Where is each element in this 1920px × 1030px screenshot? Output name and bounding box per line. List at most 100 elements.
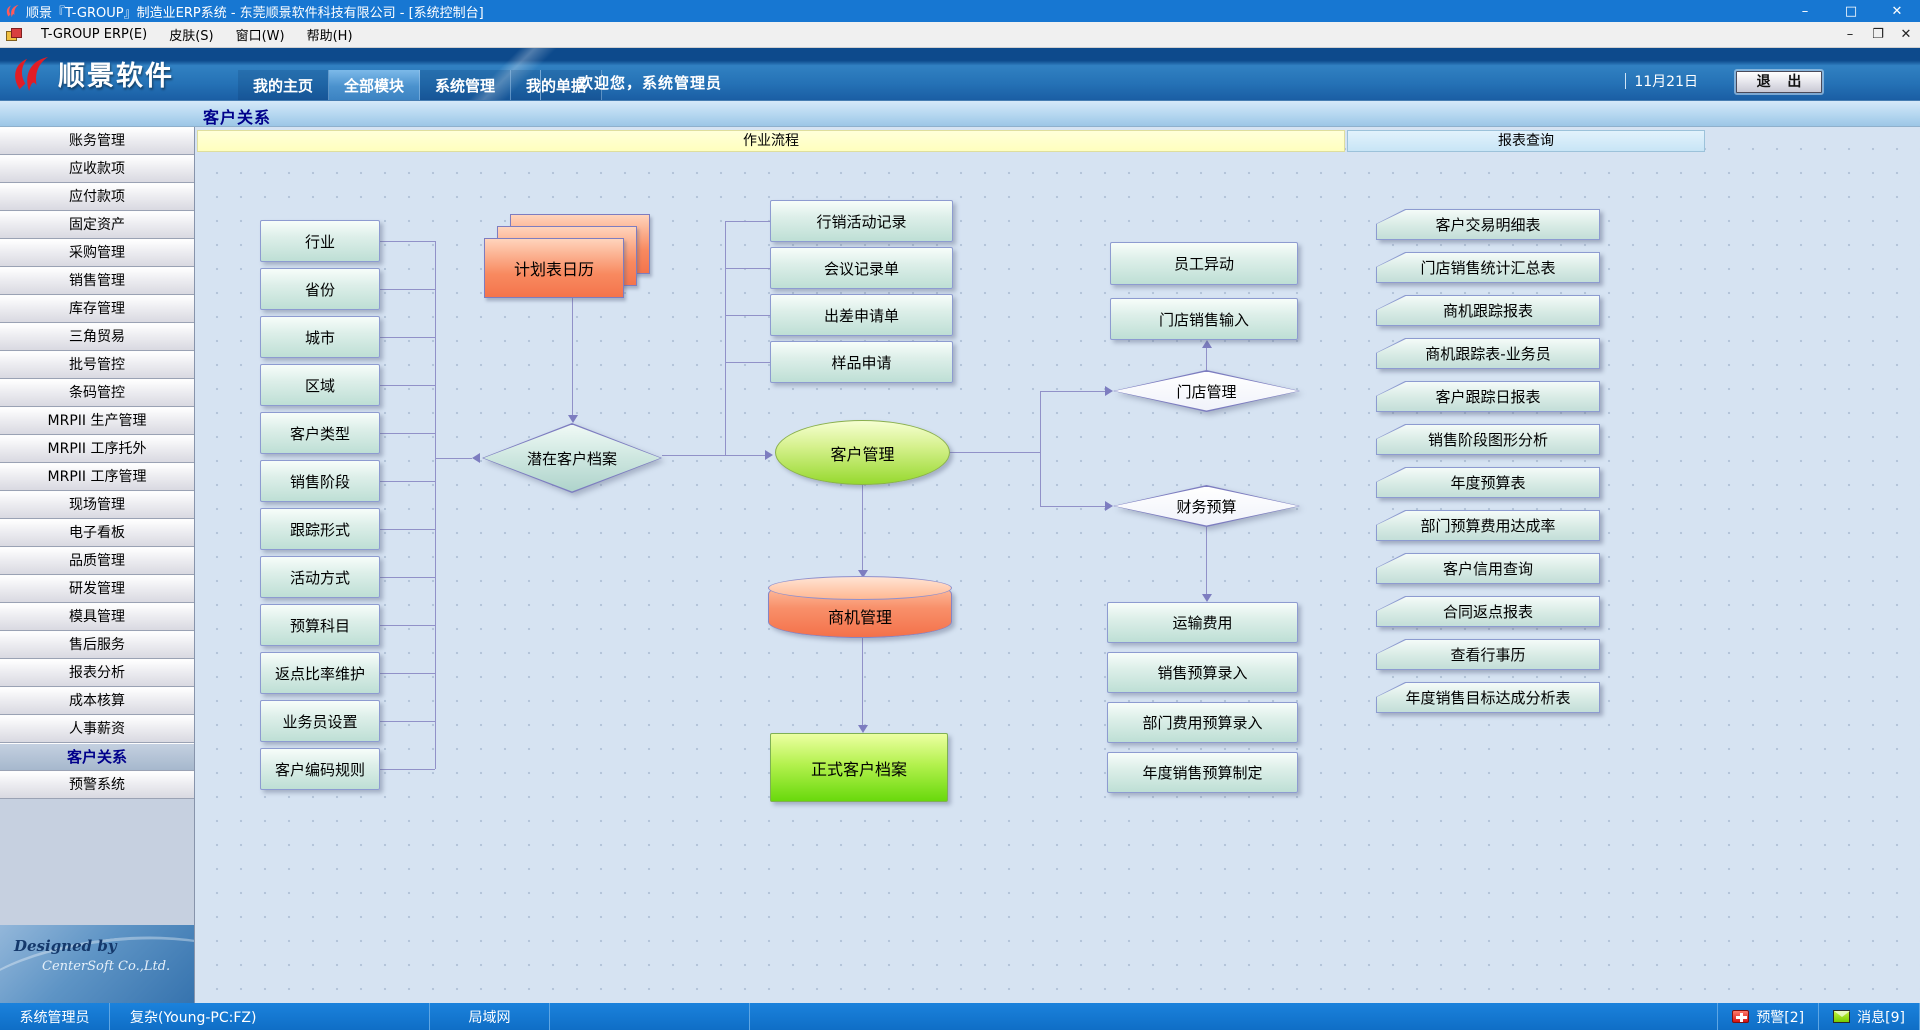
sidebar-item[interactable]: 采购管理 [0,239,194,267]
flow-button[interactable]: 活动方式 [260,556,380,598]
minimize-icon[interactable]: – [1782,0,1828,22]
sidebar-item[interactable]: 电子看板 [0,519,194,547]
formal-customer-rect[interactable]: 正式客户档案 [770,733,948,802]
customer-management-ellipse[interactable]: 客户管理 [775,420,950,485]
mdi-window-controls: – ❐ ✕ [1836,27,1920,42]
status-alert[interactable]: 预警[2] [1718,1003,1819,1030]
sidebar-item[interactable]: 客户关系 [0,743,194,771]
sidebar-item[interactable]: 库存管理 [0,295,194,323]
flow-button[interactable]: 年度销售预算制定 [1107,752,1298,793]
flow-button[interactable]: 返点比率维护 [260,652,380,694]
flow-button[interactable]: 出差申请单 [770,294,953,336]
report-button[interactable]: 商机跟踪报表 [1376,295,1600,326]
sidebar-item[interactable]: 固定资产 [0,211,194,239]
tab-system-admin[interactable]: 系统管理 [420,70,511,100]
flow-button[interactable]: 城市 [260,316,380,358]
connector [725,221,770,222]
arrowhead-down [1202,594,1212,602]
mdi-minimize-icon[interactable]: – [1836,27,1864,42]
sidebar-item[interactable]: 账务管理 [0,127,194,155]
alert-icon [1732,1010,1749,1023]
report-button[interactable]: 合同返点报表 [1376,596,1600,627]
report-button[interactable]: 商机跟踪表-业务员 [1376,338,1600,369]
flow-button[interactable]: 行销活动记录 [770,200,953,242]
report-button[interactable]: 部门预算费用达成率 [1376,510,1600,541]
flow-button[interactable]: 样品申请 [770,341,953,383]
report-button[interactable]: 客户交易明细表 [1376,209,1600,240]
report-button[interactable]: 年度预算表 [1376,467,1600,498]
sidebar-item[interactable]: 预警系统 [0,771,194,799]
menu-skin[interactable]: 皮肤(S) [158,22,224,47]
arrowhead-down [858,725,868,733]
sidebar-item[interactable]: 成本核算 [0,687,194,715]
sidebar-item[interactable]: 模具管理 [0,603,194,631]
report-button[interactable]: 年度销售目标达成分析表 [1376,682,1600,713]
mdi-child-icon [6,28,22,41]
report-label: 商机跟踪表-业务员 [1377,339,1599,368]
flow-button[interactable]: 销售预算录入 [1107,652,1298,693]
staff-change-button[interactable]: 员工异动 [1110,242,1298,285]
sidebar-item[interactable]: 销售管理 [0,267,194,295]
connector [862,485,863,570]
opportunity-cylinder[interactable]: 商机管理 [768,578,952,638]
flow-button[interactable]: 区域 [260,364,380,406]
sidebar-item[interactable]: 应付款项 [0,183,194,211]
report-label: 年度销售目标达成分析表 [1377,683,1599,712]
arrowhead-up [1202,340,1212,348]
sidebar-item[interactable]: 研发管理 [0,575,194,603]
sidebar-item[interactable]: MRPII 工序托外 [0,435,194,463]
cylinder-label: 商机管理 [768,604,952,628]
sidebar-item[interactable]: 品质管理 [0,547,194,575]
sidebar-item[interactable]: 应收款项 [0,155,194,183]
designed-by-panel: Designed by CenterSoft Co.,Ltd. [0,925,194,1003]
sidebar-item[interactable]: MRPII 工序管理 [0,463,194,491]
flow-button[interactable]: 运输费用 [1107,602,1298,643]
report-button[interactable]: 销售阶段图形分析 [1376,424,1600,455]
report-button[interactable]: 客户跟踪日报表 [1376,381,1600,412]
mdi-restore-icon[interactable]: ❐ [1864,27,1892,42]
sidebar-item[interactable]: 报表分析 [0,659,194,687]
mdi-close-icon[interactable]: ✕ [1892,27,1920,42]
sidebar-item[interactable]: MRPII 生产管理 [0,407,194,435]
menu-window[interactable]: 窗口(W) [225,22,296,47]
report-label: 客户跟踪日报表 [1377,382,1599,411]
menu-help[interactable]: 帮助(H) [296,22,364,47]
flow-button[interactable]: 客户编码规则 [260,748,380,790]
store-management-diamond[interactable]: 门店管理 [1113,370,1300,412]
status-user: 系统管理员 [0,1003,110,1030]
workflow-canvas: 作业流程 报表查询 [195,127,1920,1003]
exit-button[interactable]: 退 出 [1736,71,1822,93]
tab-my-home[interactable]: 我的主页 [238,70,329,100]
report-button[interactable]: 门店销售统计汇总表 [1376,252,1600,283]
maximize-icon[interactable]: □ [1828,0,1874,22]
close-icon[interactable]: ✕ [1874,0,1920,22]
sidebar-item[interactable]: 条码管控 [0,379,194,407]
connector [380,577,435,578]
sidebar-item[interactable]: 人事薪资 [0,715,194,743]
flow-button[interactable]: 客户类型 [260,412,380,454]
connector [380,337,435,338]
flow-button[interactable]: 行业 [260,220,380,262]
flow-button[interactable]: 业务员设置 [260,700,380,742]
report-button[interactable]: 查看行事历 [1376,639,1600,670]
menu-tgroup-erp[interactable]: T-GROUP ERP(E) [30,22,158,47]
status-message[interactable]: 消息[9] [1819,1003,1920,1030]
flow-button[interactable]: 预算科目 [260,604,380,646]
flow-button[interactable]: 跟踪形式 [260,508,380,550]
flow-button[interactable]: 省份 [260,268,380,310]
sidebar-item[interactable]: 现场管理 [0,491,194,519]
flow-button[interactable]: 会议记录单 [770,247,953,289]
plan-calendar-stack[interactable]: 计划表日历 [484,214,652,298]
sidebar-item[interactable]: 售后服务 [0,631,194,659]
sidebar-item[interactable]: 批号管控 [0,351,194,379]
sidebar-module-list: 账务管理应收款项应付款项固定资产采购管理销售管理库存管理三角贸易批号管控条码管控… [0,127,194,799]
sidebar-item[interactable]: 三角贸易 [0,323,194,351]
store-sales-input-button[interactable]: 门店销售输入 [1110,298,1298,340]
potential-customer-diamond[interactable]: 潜在客户档案 [482,423,662,493]
finance-budget-diamond[interactable]: 财务预算 [1113,485,1300,527]
flow-button[interactable]: 部门费用预算录入 [1107,702,1298,743]
report-button[interactable]: 客户信用查询 [1376,553,1600,584]
tab-all-modules[interactable]: 全部模块 [329,70,420,100]
flow-button[interactable]: 销售阶段 [260,460,380,502]
arrowhead-down [568,415,578,423]
